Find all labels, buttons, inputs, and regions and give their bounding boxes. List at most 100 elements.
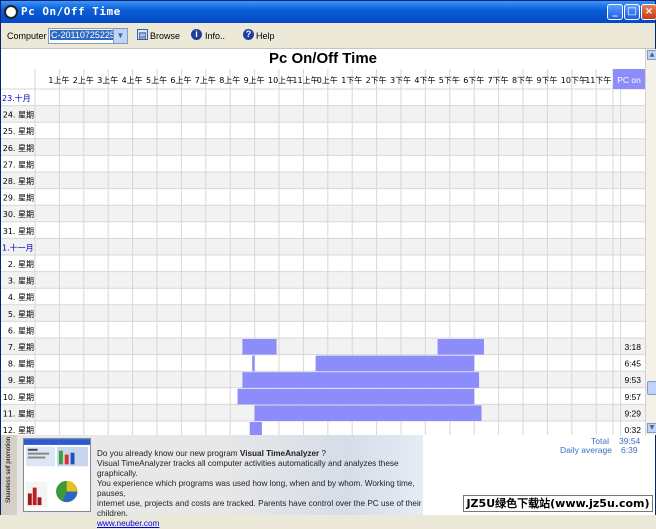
day-label: 28. 星期 bbox=[3, 177, 34, 186]
day-total: 9:57 bbox=[624, 392, 641, 402]
hour-label: 1下午 bbox=[341, 75, 362, 85]
pc-on-header: PC on bbox=[617, 75, 641, 85]
hour-label: 7下午 bbox=[488, 75, 509, 85]
row-stripe bbox=[1, 205, 645, 222]
day-label: 10. 星期 bbox=[3, 393, 34, 402]
hour-label: 7上午 bbox=[195, 75, 216, 85]
page-title: Pc On/Off Time bbox=[268, 50, 378, 67]
day-label: 6. 星期 bbox=[8, 326, 34, 335]
day-label: 27. 星期 bbox=[3, 160, 34, 169]
promo-line3: You experience which programs was used h… bbox=[97, 479, 415, 498]
on-off-chart: PC on 1上午 2上午 3上午 4上午 5上午 6上午 7上午 8上午 9上午 10上午11上午… bbox=[1, 69, 645, 435]
hour-label: 9上午 bbox=[244, 75, 265, 85]
hour-label: 2下午 bbox=[366, 75, 387, 85]
app-window: Pc On/Off Time _ □ × Computer C-20110725… bbox=[0, 0, 656, 528]
session-bar[interactable] bbox=[242, 372, 480, 388]
browse-button[interactable]: Browse bbox=[150, 31, 180, 41]
hour-label: 5上午 bbox=[146, 75, 167, 85]
day-label: 4. 星期 bbox=[8, 293, 34, 302]
hour-label: 3下午 bbox=[390, 75, 411, 85]
hour-label: 11下午 bbox=[585, 75, 611, 85]
promo-text: Do you already know our new program Visu… bbox=[97, 449, 427, 529]
row-stripe bbox=[1, 271, 645, 289]
day-label: 5. 星期 bbox=[8, 310, 34, 319]
hour-label: 4下午 bbox=[414, 75, 435, 85]
day-label: 2. 星期 bbox=[8, 260, 34, 269]
hour-label: 9下午 bbox=[536, 75, 557, 85]
day-label: 26. 星期 bbox=[3, 144, 34, 153]
scroll-down-icon[interactable]: ▼ bbox=[647, 423, 656, 433]
day-total: 9:53 bbox=[624, 375, 641, 385]
day-total: 3:18 bbox=[624, 342, 641, 352]
average-value: 6:39 bbox=[621, 445, 638, 455]
clock-icon bbox=[4, 5, 18, 19]
row-stripe bbox=[1, 304, 645, 322]
day-total: 0:32 bbox=[624, 425, 641, 435]
minimize-button[interactable]: _ bbox=[607, 4, 623, 20]
row-stripe bbox=[1, 172, 645, 189]
day-label: 3. 星期 bbox=[8, 277, 34, 286]
session-bar[interactable] bbox=[242, 339, 277, 355]
toolbar: Computer C-20110725225C ▼ ▤ Browse i Inf… bbox=[1, 23, 655, 49]
day-label: 1.十一月 bbox=[2, 242, 34, 252]
promo-side-label: Shareless self promotion bbox=[1, 435, 17, 515]
promo-product-name: Visual TimeAnalyzer bbox=[239, 449, 320, 458]
maximize-button[interactable]: □ bbox=[624, 4, 640, 20]
day-label: 9. 星期 bbox=[8, 376, 34, 385]
help-button[interactable]: Help bbox=[256, 31, 275, 41]
average-label: Daily average bbox=[560, 445, 612, 455]
promo-line4: internet use, projects and costs are tra… bbox=[97, 499, 422, 518]
promo-screenshot[interactable] bbox=[23, 438, 91, 512]
day-label: 29. 星期 bbox=[3, 194, 34, 203]
info-button[interactable]: Info.. bbox=[205, 31, 225, 41]
info-icon[interactable]: i bbox=[191, 29, 202, 40]
watermark: JZ5U绿色下载站(www.jz5u.com) bbox=[463, 495, 653, 512]
session-bar[interactable] bbox=[437, 339, 484, 355]
hour-label: 8上午 bbox=[219, 75, 240, 85]
day-label: 25. 星期 bbox=[3, 127, 34, 136]
hour-label: 6上午 bbox=[170, 75, 191, 85]
day-label: 30. 星期 bbox=[3, 210, 34, 219]
computer-select[interactable]: C-20110725225C ▼ bbox=[48, 28, 128, 44]
day-label: 31. 星期 bbox=[3, 227, 34, 236]
computer-label: Computer bbox=[7, 31, 47, 41]
row-stripe bbox=[1, 238, 645, 255]
help-icon[interactable]: ? bbox=[243, 29, 254, 40]
promo-line2: Visual TimeAnalyzer tracks all computer … bbox=[97, 459, 399, 478]
close-button[interactable]: × bbox=[641, 4, 656, 20]
hour-label: 0上午 bbox=[317, 75, 338, 85]
hour-label: 8下午 bbox=[512, 75, 533, 85]
scroll-thumb[interactable] bbox=[647, 381, 656, 395]
session-bar[interactable] bbox=[254, 405, 482, 421]
session-bar[interactable] bbox=[249, 422, 262, 435]
hour-label: 3上午 bbox=[97, 75, 118, 85]
row-stripe bbox=[1, 138, 645, 156]
window-title: Pc On/Off Time bbox=[21, 5, 121, 18]
row-stripe bbox=[1, 338, 645, 355]
promo-link[interactable]: www.neuber.com bbox=[97, 519, 159, 528]
title-bar: Pc On/Off Time _ □ × bbox=[1, 1, 656, 23]
session-bar[interactable] bbox=[252, 355, 255, 372]
hour-label: 4上午 bbox=[122, 75, 143, 85]
day-label: 11. 星期 bbox=[3, 409, 34, 418]
hour-label: 6下午 bbox=[463, 75, 484, 85]
session-bar[interactable] bbox=[315, 355, 475, 372]
day-label: 24. 星期 bbox=[3, 111, 34, 120]
chart-area: Pc On/Off Time PC on 1上午 2上午 3上午 4上午 5上午 6上午 7上… bbox=[1, 49, 645, 435]
hour-label: 2上午 bbox=[73, 75, 94, 85]
hour-label: 5下午 bbox=[439, 75, 460, 85]
day-label: 23.十月 bbox=[2, 93, 31, 103]
day-total: 6:45 bbox=[624, 359, 641, 369]
session-bar[interactable] bbox=[237, 388, 475, 405]
hour-label: 10下午 bbox=[561, 75, 587, 85]
row-stripe bbox=[1, 105, 645, 123]
day-label: 7. 星期 bbox=[8, 343, 34, 352]
day-total: 9:29 bbox=[624, 408, 641, 418]
scroll-up-icon[interactable]: ▲ bbox=[647, 50, 656, 60]
chevron-down-icon[interactable]: ▼ bbox=[113, 29, 127, 43]
promo-line1: Do you already know our new program bbox=[97, 449, 240, 458]
vertical-scrollbar[interactable]: ▲ ▼ bbox=[645, 49, 656, 435]
computer-select-value: C-20110725225C bbox=[50, 30, 123, 40]
day-label: 8. 星期 bbox=[8, 360, 34, 369]
browse-icon[interactable]: ▤ bbox=[137, 29, 148, 40]
